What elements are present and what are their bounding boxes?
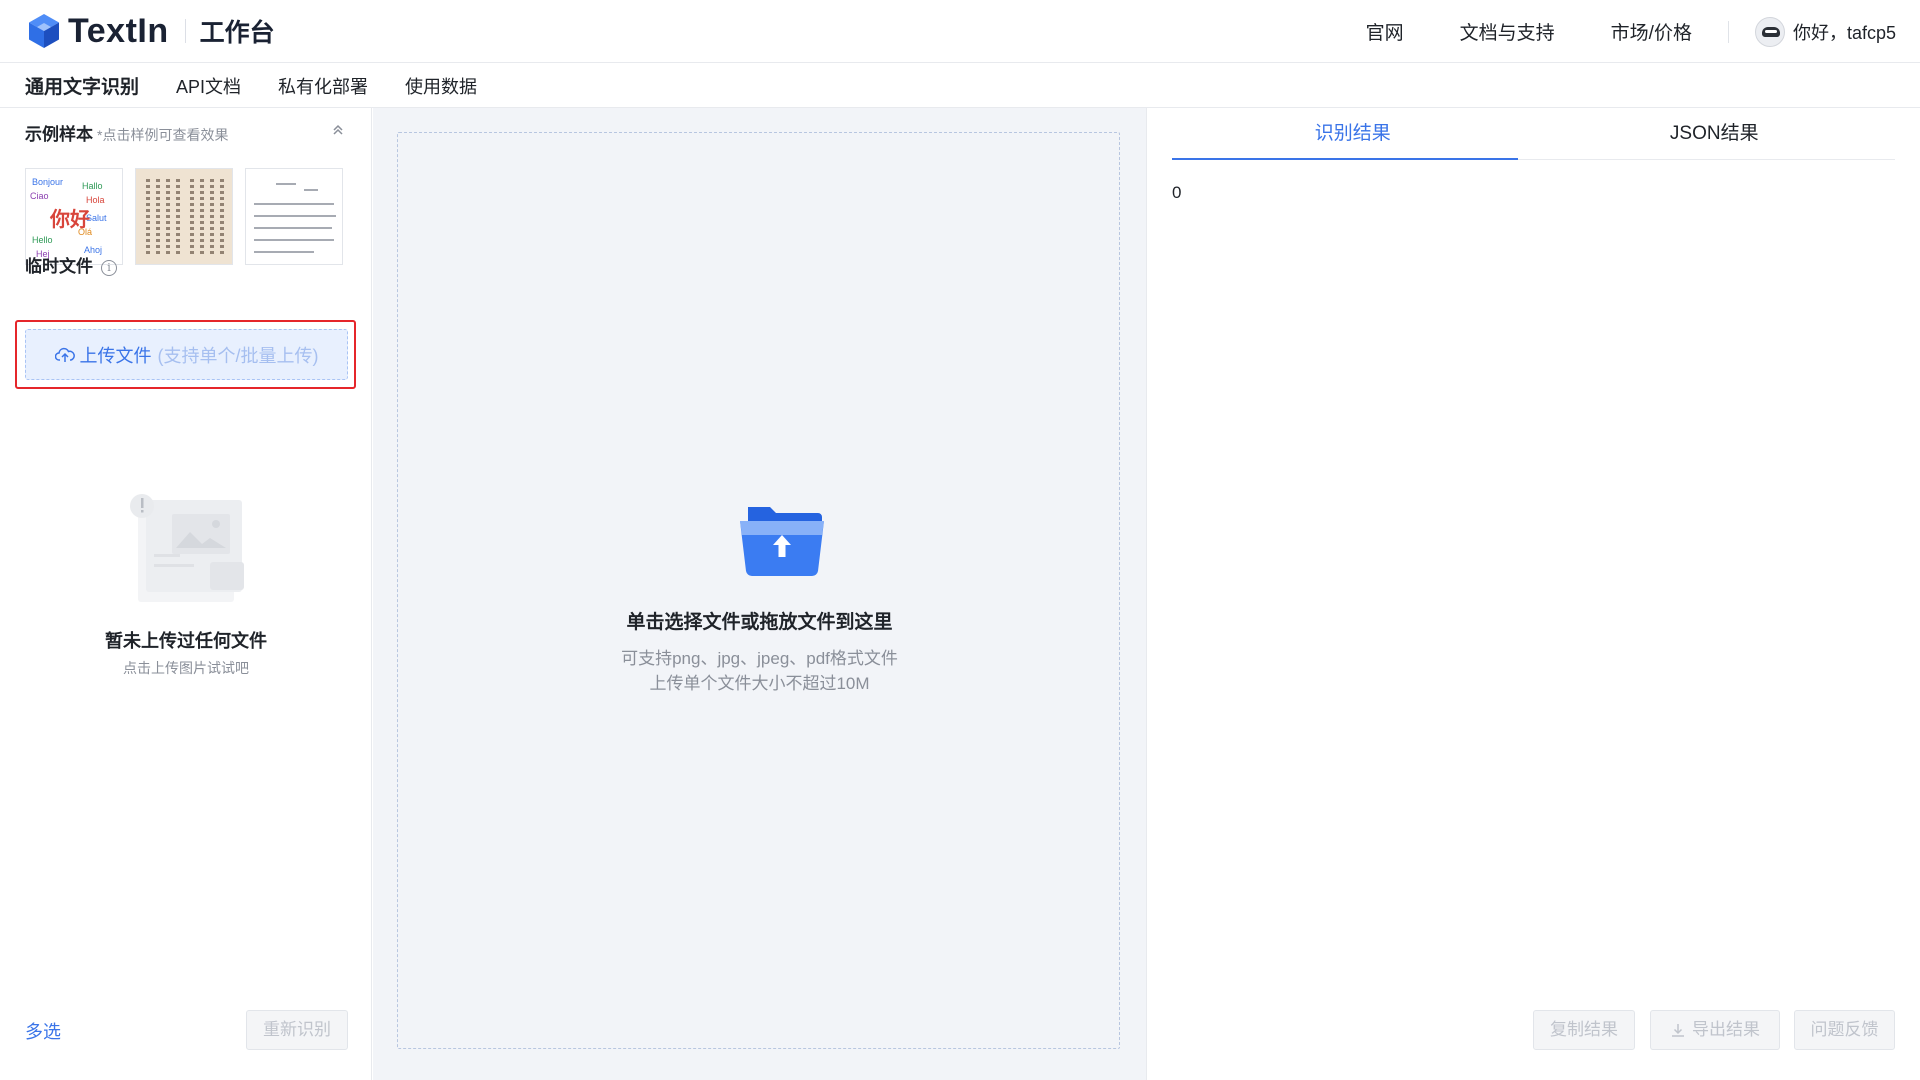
logo-text: TextIn — [68, 12, 169, 50]
temp-files-title: 临时文件 — [25, 257, 93, 276]
samples-hint: *点击样例可查看效果 — [97, 127, 229, 143]
temp-files-heading: 临时文件 i — [25, 252, 117, 277]
cloud-upload-icon — [54, 347, 75, 362]
nav-docs-support[interactable]: 文档与支持 — [1460, 18, 1555, 45]
sample-wordcloud-text: 你好 — [50, 209, 90, 231]
logo-cube-icon — [29, 14, 59, 48]
left-panel: 示例样本 *点击样例可查看效果 Bonjour Hallo Ciao Hola S… — [0, 108, 372, 1080]
user-greeting[interactable]: 你好，tafcp5 — [1793, 19, 1896, 45]
nav-official-site[interactable]: 官网 — [1366, 18, 1404, 45]
samples-title: 示例样本 — [25, 125, 93, 144]
empty-files-title: 暂未上传过任何文件 — [105, 631, 267, 651]
sample-thumbnail-wordcloud[interactable]: Bonjour Hallo Ciao Hola Salut Hello Olá … — [25, 168, 123, 265]
info-icon[interactable]: i — [101, 260, 117, 276]
logo[interactable]: TextIn 工作台 — [27, 13, 275, 49]
tab-api-docs[interactable]: API文档 — [176, 73, 241, 99]
multi-select-link[interactable]: 多选 — [25, 1018, 61, 1044]
drop-title: 单击选择文件或拖放文件到这里 — [626, 612, 893, 633]
upload-sub-label: (支持单个/批量上传) — [157, 345, 319, 366]
sample-thumbnails: Bonjour Hallo Ciao Hola Salut Hello Olá … — [25, 168, 355, 265]
workbench-title: 工作台 — [199, 19, 275, 47]
tab-recognition-result[interactable]: 识别结果 — [1172, 108, 1534, 160]
folder-upload-icon — [740, 507, 824, 577]
feedback-label: 问题反馈 — [1810, 1020, 1879, 1039]
export-result-label: 导出结果 — [1692, 1020, 1760, 1039]
result-panel: 识别结果 JSON结果 0 复制结果 导出结果 问题反馈 — [1148, 108, 1920, 1080]
upload-file-button[interactable]: 上传文件 (支持单个/批量上传) — [25, 329, 348, 380]
sample-thumbnail-ancient-text[interactable] — [135, 168, 233, 265]
top-nav: 官网 文档与支持 市场/价格 你好，tafcp5 — [1366, 0, 1920, 63]
copy-result-button[interactable]: 复制结果 — [1533, 1010, 1635, 1050]
feedback-button[interactable]: 问题反馈 — [1794, 1010, 1895, 1050]
recognition-result-text: 0 — [1172, 183, 1182, 202]
tab-general-ocr[interactable]: 通用文字识别 — [25, 72, 139, 99]
tab-private-deploy[interactable]: 私有化部署 — [278, 73, 368, 99]
logo-divider — [184, 19, 186, 43]
drop-formats-hint: 可支持png、jpg、jpeg、pdf格式文件 — [621, 649, 898, 668]
empty-files-illustration-icon — [130, 494, 244, 602]
sample-thumbnail-handwriting[interactable] — [245, 168, 343, 265]
download-icon — [1672, 1024, 1684, 1037]
tab-usage-data[interactable]: 使用数据 — [405, 73, 477, 99]
empty-files-hint: 点击上传图片试试吧 — [123, 660, 249, 676]
samples-heading: 示例样本 *点击样例可查看效果 — [25, 120, 228, 145]
copy-result-label: 复制结果 — [1550, 1020, 1618, 1039]
user-avatar[interactable] — [1754, 16, 1785, 47]
collapse-up-icon[interactable] — [331, 123, 345, 137]
nav-separator — [1727, 20, 1729, 43]
drop-size-hint: 上传单个文件大小不超过10M — [649, 674, 870, 693]
tab-json-result[interactable]: JSON结果 — [1534, 108, 1896, 159]
upload-label: 上传文件 — [79, 345, 152, 366]
sub-nav: 通用文字识别 API文档 私有化部署 使用数据 — [0, 64, 1920, 108]
nav-market-pricing[interactable]: 市场/价格 — [1611, 18, 1692, 45]
result-tabs: 识别结果 JSON结果 — [1172, 108, 1895, 160]
file-drop-zone[interactable]: 单击选择文件或拖放文件到这里 可支持png、jpg、jpeg、pdf格式文件 上… — [397, 132, 1120, 1049]
re-recognize-button[interactable]: 重新识别 — [246, 1010, 348, 1050]
preview-panel: 单击选择文件或拖放文件到这里 可支持png、jpg、jpeg、pdf格式文件 上… — [373, 108, 1147, 1080]
top-bar: TextIn 工作台 官网 文档与支持 市场/价格 你好，tafcp5 — [0, 0, 1920, 63]
export-result-button[interactable]: 导出结果 — [1650, 1010, 1780, 1050]
